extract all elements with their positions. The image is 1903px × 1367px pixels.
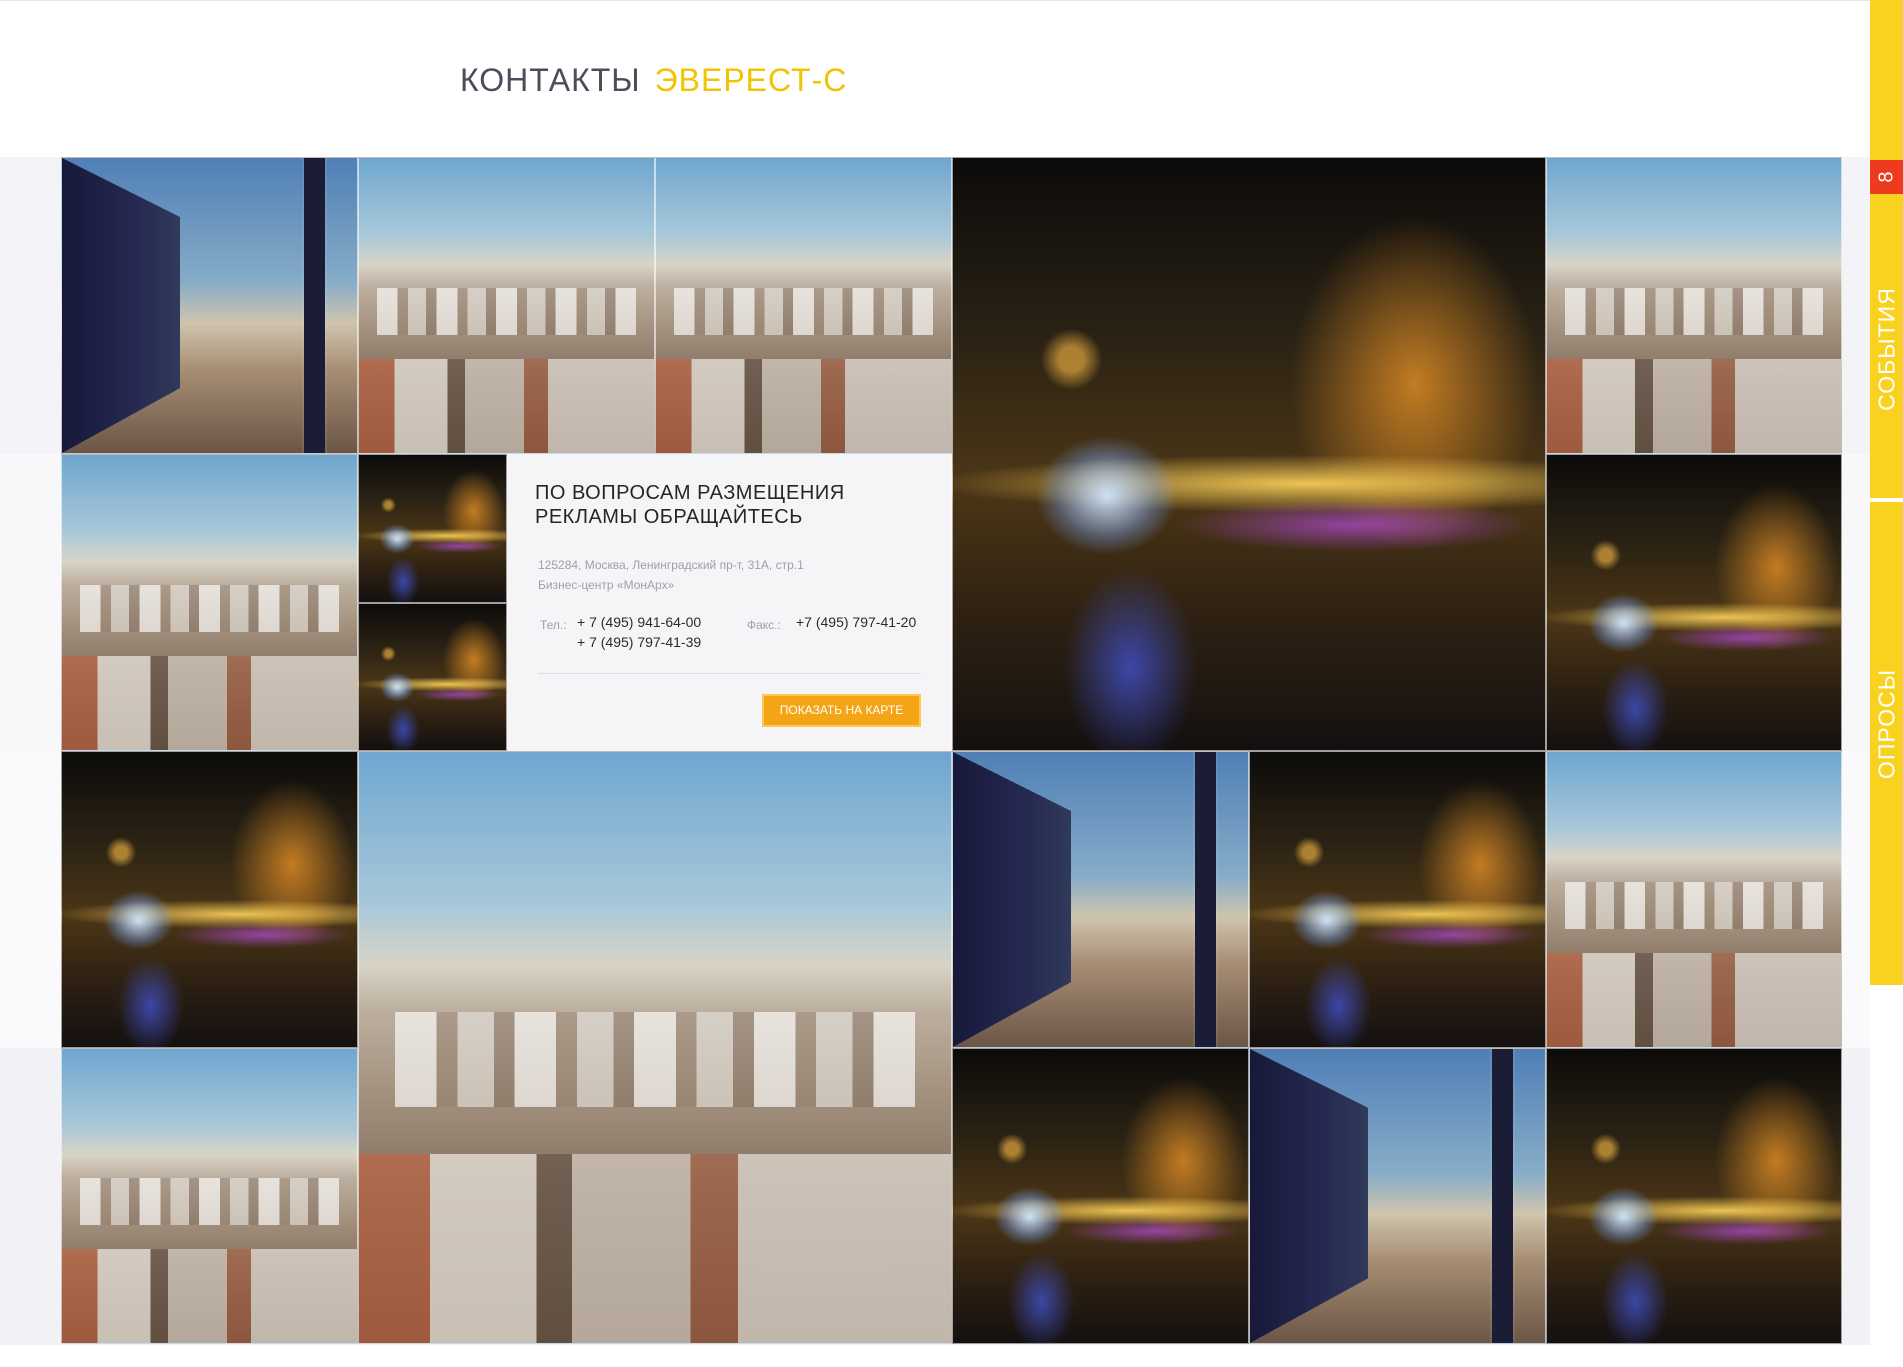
gallery-photo[interactable] (1249, 751, 1546, 1048)
gallery-photo[interactable] (1249, 1048, 1546, 1344)
photo-gallery: ПО ВОПРОСАМ РАЗМЕЩЕНИЯ РЕКЛАМЫ ОБРАЩАЙТЕ… (61, 157, 1842, 1344)
events-tab[interactable]: СОБЫТИЯ (1870, 0, 1903, 498)
contact-card-title-line2: РЕКЛАМЫ ОБРАЩАЙТЕСЬ (535, 506, 803, 528)
page-title-company: ЭВЕРЕСТ-С (654, 62, 848, 98)
gallery-photo[interactable] (61, 1048, 358, 1344)
gallery-photo-large[interactable] (358, 751, 952, 1344)
gallery-photo[interactable] (358, 157, 655, 454)
gallery-photo[interactable] (952, 751, 1249, 1048)
gallery-photo-small[interactable] (358, 603, 507, 751)
fax-number: +7 (495) 797-41-20 (796, 614, 917, 630)
gallery-photo-small[interactable] (358, 454, 507, 603)
top-divider (0, 0, 1903, 1)
show-on-map-button[interactable]: ПОКАЗАТЬ НА КАРТЕ (762, 694, 921, 727)
gallery-photo-large[interactable] (952, 157, 1546, 751)
gallery-photo[interactable] (1546, 751, 1842, 1048)
gallery-photo[interactable] (655, 157, 952, 454)
events-count: 8 (1875, 171, 1898, 183)
gallery-photo[interactable] (61, 157, 358, 454)
polls-tab-label: ОПРОСЫ (1873, 669, 1899, 780)
fax-label: Факс.: (747, 618, 781, 632)
events-count-badge: 8 (1870, 160, 1903, 194)
gallery-photo[interactable] (61, 454, 358, 751)
contact-address-building: Бизнес-центр «МонАрх» (538, 578, 675, 592)
contact-card-title-line1: ПО ВОПРОСАМ РАЗМЕЩЕНИЯ (535, 482, 845, 504)
gallery-photo[interactable] (952, 1048, 1249, 1344)
polls-tab[interactable]: ОПРОСЫ (1870, 500, 1903, 985)
contact-address-street: 125284, Москва, Ленинградский пр-т, 31А,… (538, 558, 804, 572)
phone-number-2: + 7 (495) 797-41-39 (577, 634, 702, 650)
contact-card: ПО ВОПРОСАМ РАЗМЕЩЕНИЯ РЕКЛАМЫ ОБРАЩАЙТЕ… (507, 454, 950, 751)
contact-card-divider (538, 673, 921, 674)
phone-number-1: + 7 (495) 941-64-00 (577, 614, 702, 630)
events-tab-label: СОБЫТИЯ (1873, 286, 1899, 411)
phone-label: Тел.: (540, 618, 567, 632)
contact-address: 125284, Москва, Ленинградский пр-т, 31А,… (538, 555, 804, 595)
gallery-photo[interactable] (1546, 1048, 1842, 1344)
gallery-photo[interactable] (1546, 157, 1842, 454)
gallery-photo[interactable] (61, 751, 358, 1048)
contact-card-title: ПО ВОПРОСАМ РАЗМЕЩЕНИЯ РЕКЛАМЫ ОБРАЩАЙТЕ… (535, 481, 845, 529)
page-title-contacts: КОНТАКТЫ (460, 62, 641, 98)
page-title: КОНТАКТЫ ЭВЕРЕСТ-С (460, 62, 847, 99)
gallery-photo[interactable] (1546, 454, 1842, 751)
